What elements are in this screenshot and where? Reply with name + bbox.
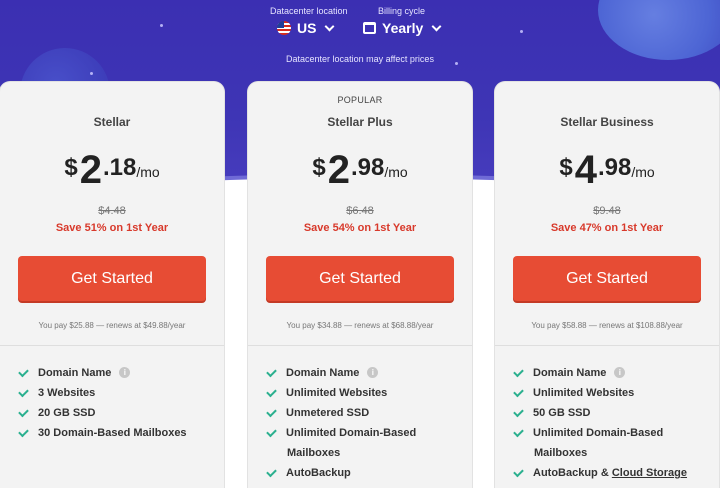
popular-badge: POPULAR: [337, 95, 383, 105]
star-decoration: [520, 30, 523, 33]
us-flag-icon: [277, 21, 291, 35]
billing-label: Billing cycle: [378, 6, 426, 16]
feature-item: 3 Websites: [18, 383, 218, 403]
planet-decoration: [598, 0, 720, 60]
feature-item: Unlimited Domain-Based: [266, 423, 466, 443]
save-text: Save 47% on 1st Year: [550, 222, 664, 234]
plan-name: Stellar: [93, 115, 131, 129]
price-period: /mo: [384, 164, 408, 180]
price-currency: $: [312, 154, 326, 181]
feature-list: Domain Name i Unlimited Websites Unmetere…: [266, 363, 466, 483]
chevron-down-icon: [325, 21, 335, 32]
cloud-storage-link[interactable]: Cloud Storage: [612, 463, 687, 483]
info-icon[interactable]: i: [614, 367, 626, 378]
price-decimal: .98: [350, 154, 385, 181]
feature-item-continued: Mailboxes: [534, 447, 588, 459]
plan-card-stellar-business: Stellar Business $ 4 .98 /mo $9.48 Save …: [495, 82, 719, 488]
check-icon: [513, 366, 524, 378]
check-icon: [266, 406, 277, 418]
price-currency: $: [559, 154, 573, 181]
get-started-button[interactable]: Get Started: [513, 256, 701, 301]
star-decoration: [90, 72, 93, 75]
feature-item: Domain Name i: [266, 363, 466, 383]
check-icon: [18, 386, 29, 398]
check-icon: [18, 366, 29, 378]
check-icon: [266, 426, 277, 438]
feature-list: Domain Name i 3 Websites 20 GB SSD 30 Dom…: [18, 363, 218, 443]
plan-price: $ 4 .98 /mo: [495, 150, 719, 190]
price-integer: 4: [574, 148, 597, 192]
check-icon: [513, 426, 524, 438]
info-icon[interactable]: i: [119, 367, 131, 378]
star-decoration: [160, 24, 163, 27]
check-icon: [18, 406, 29, 418]
divider: [0, 345, 224, 346]
old-price: $9.48: [593, 205, 621, 217]
datacenter-label: Datacenter location: [270, 6, 348, 16]
plan-name: Stellar Business: [560, 115, 654, 129]
billing-value: Yearly: [382, 20, 424, 36]
price-decimal: .18: [102, 154, 137, 181]
plan-card-stellar-plus: POPULAR Stellar Plus $ 2 .98 /mo $6.48 S…: [248, 82, 472, 488]
feature-item: AutoBackup: [266, 463, 466, 483]
feature-item: Unlimited Websites: [513, 383, 713, 403]
feature-item: Domain Name i: [513, 363, 713, 383]
check-icon: [18, 426, 29, 438]
datacenter-value: US: [297, 20, 317, 36]
plan-price: $ 2 .98 /mo: [248, 150, 472, 190]
calendar-icon: [363, 22, 376, 34]
feature-item: Unmetered SSD: [266, 403, 466, 423]
feature-item-continued: Mailboxes: [287, 447, 341, 459]
divider: [248, 345, 472, 346]
plan-card-stellar: Stellar $ 2 .18 /mo $4.48 Save 51% on 1s…: [0, 82, 224, 488]
info-icon[interactable]: i: [367, 367, 379, 378]
feature-item: 30 Domain-Based Mailboxes: [18, 423, 218, 443]
datacenter-note: Datacenter location may affect prices: [286, 54, 434, 64]
feature-item: 20 GB SSD: [18, 403, 218, 423]
feature-item: Domain Name i: [18, 363, 218, 383]
price-decimal: .98: [597, 154, 632, 181]
renew-text: You pay $25.88 — renews at $49.88/year: [38, 321, 186, 330]
price-period: /mo: [631, 164, 655, 180]
feature-item: Unlimited Domain-Based: [513, 423, 713, 443]
price-currency: $: [64, 154, 78, 181]
check-icon: [513, 466, 524, 478]
divider: [495, 345, 719, 346]
get-started-button[interactable]: Get Started: [266, 256, 454, 301]
check-icon: [513, 406, 524, 418]
plan-name: Stellar Plus: [327, 115, 393, 129]
feature-list: Domain Name i Unlimited Websites 50 GB SS…: [513, 363, 713, 483]
price-period: /mo: [136, 164, 160, 180]
save-text: Save 51% on 1st Year: [55, 222, 169, 234]
plan-price: $ 2 .18 /mo: [0, 150, 224, 190]
billing-select[interactable]: Yearly: [363, 20, 442, 36]
old-price: $6.48: [346, 205, 374, 217]
check-icon: [266, 386, 277, 398]
renew-text: You pay $34.88 — renews at $68.88/year: [286, 321, 434, 330]
check-icon: [266, 466, 277, 478]
feature-item: Unlimited Websites: [266, 383, 466, 403]
renew-text: You pay $58.88 — renews at $108.88/year: [531, 321, 683, 330]
check-icon: [266, 366, 277, 378]
feature-item: AutoBackup & Cloud Storage: [513, 463, 713, 483]
datacenter-select[interactable]: US: [277, 20, 335, 36]
feature-item: 50 GB SSD: [513, 403, 713, 423]
old-price: $4.48: [98, 205, 126, 217]
save-text: Save 54% on 1st Year: [303, 222, 417, 234]
chevron-down-icon: [431, 21, 442, 32]
price-integer: 2: [327, 148, 350, 192]
price-integer: 2: [79, 148, 102, 192]
check-icon: [513, 386, 524, 398]
get-started-button[interactable]: Get Started: [18, 256, 206, 301]
